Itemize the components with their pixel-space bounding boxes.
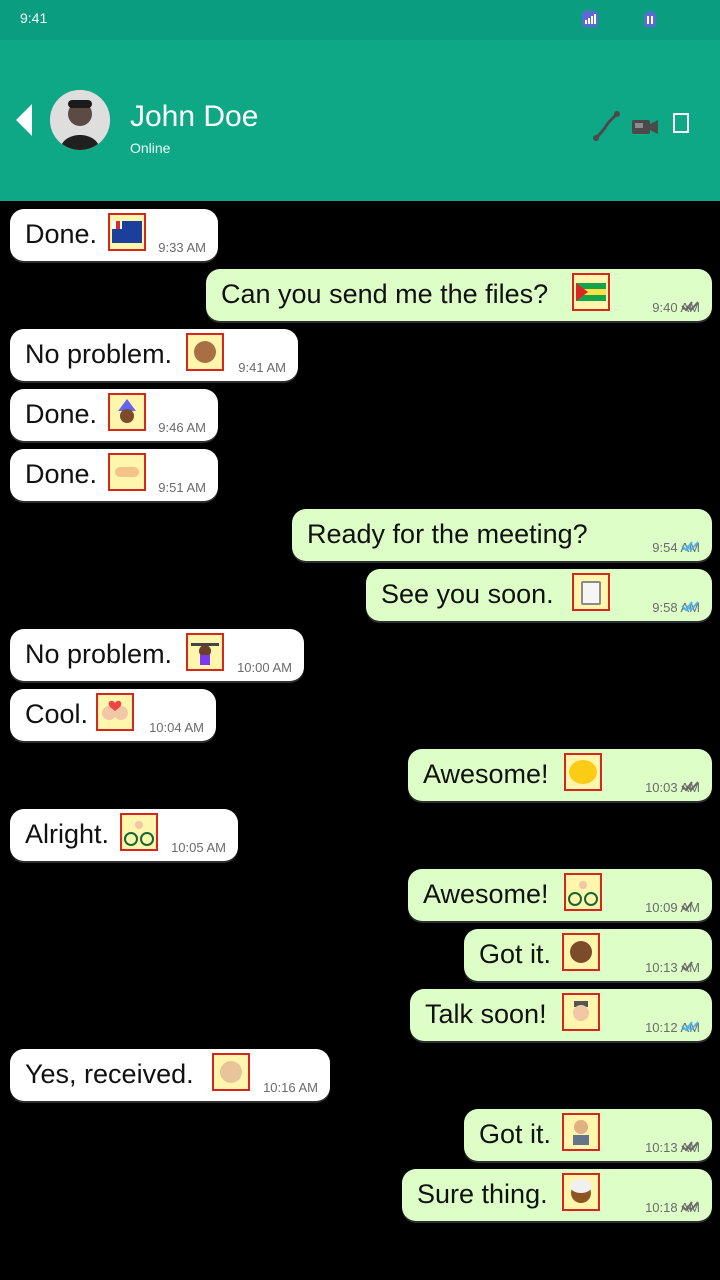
message-time: 10:00 AM	[237, 660, 292, 675]
contact-name[interactable]: John Doe	[130, 100, 258, 134]
avatar[interactable]	[50, 90, 110, 150]
message-bubble[interactable]: Done. 9:46 AM	[10, 389, 218, 441]
person-light-skin-icon	[212, 1053, 250, 1091]
message-text: Done.	[25, 399, 98, 429]
message-text: Can you send me the files?	[221, 279, 549, 309]
turban-man-icon	[562, 1173, 600, 1211]
message-bubble[interactable]: Ready for the meeting? 9:54 AM	[292, 509, 712, 561]
message-text: Ready for the meeting?	[307, 519, 588, 549]
message-bubble[interactable]: No problem. 10:00 AM	[10, 629, 304, 681]
chat-header: John Doe Online	[0, 40, 720, 201]
menu-icon[interactable]	[670, 110, 702, 142]
message-bubble[interactable]: Talk soon! 10:12 AM	[410, 989, 712, 1041]
message-bubble[interactable]: Yes, received. 10:16 AM	[10, 1049, 330, 1101]
back-arrow-icon[interactable]	[12, 102, 36, 138]
message-text: Alright.	[25, 819, 110, 849]
message-bubble[interactable]: Can you send me the files? 9:40 AM	[206, 269, 712, 321]
message-text: Cool.	[25, 699, 89, 729]
message-text: Yes, received.	[25, 1059, 194, 1089]
lemon-icon	[564, 753, 602, 791]
message-bubble[interactable]: Awesome! 10:03 AM	[408, 749, 712, 801]
message-time: 9:33 AM	[158, 240, 206, 255]
technologist-icon	[562, 1113, 600, 1151]
message-bubble[interactable]: Cool. 10:04 AM	[10, 689, 216, 741]
message-text: Done.	[25, 459, 98, 489]
read-receipt-icon	[681, 1141, 699, 1152]
message-text: Talk soon!	[425, 999, 547, 1029]
read-receipt-icon	[681, 781, 699, 792]
message-bubble[interactable]: Alright. 10:05 AM	[10, 809, 238, 861]
phone-icon[interactable]	[590, 110, 622, 142]
status-time: 9:41	[20, 10, 48, 26]
message-bubble[interactable]: Got it. 10:13 AM	[464, 929, 712, 981]
status-bar: 9:41	[0, 0, 720, 40]
message-time: 9:46 AM	[158, 420, 206, 435]
message-text: See you soon.	[381, 579, 554, 609]
couple-with-heart-icon	[96, 693, 134, 731]
message-text: Awesome!	[423, 879, 549, 909]
message-text: No problem.	[25, 339, 173, 369]
read-receipt-icon	[681, 541, 699, 552]
message-time: 10:04 AM	[149, 720, 204, 735]
flag-french-southern-territories-icon	[108, 213, 146, 251]
contact-status: Online	[130, 140, 171, 156]
person-medium-skin-icon	[186, 333, 224, 371]
chat-area: Done. 9:33 AM Can you send me the files? 9:…	[0, 201, 720, 1280]
read-receipt-icon	[681, 301, 699, 312]
clipboard-icon	[572, 573, 610, 611]
message-text: Got it.	[479, 939, 552, 969]
message-bubble[interactable]: Done. 9:51 AM	[10, 449, 218, 501]
message-text: Awesome!	[423, 759, 549, 789]
weightlifter-icon	[186, 633, 224, 671]
handshake-icon	[108, 453, 146, 491]
message-time: 9:51 AM	[158, 480, 206, 495]
read-receipt-icon	[681, 1021, 699, 1032]
message-text: Done.	[25, 219, 98, 249]
read-receipt-icon	[681, 601, 699, 612]
read-receipt-icon	[681, 1201, 699, 1212]
woman-dark-skin-icon	[562, 933, 600, 971]
message-bubble[interactable]: Got it. 10:13 AM	[464, 1109, 712, 1161]
detective-icon	[562, 993, 600, 1031]
message-time: 9:41 AM	[238, 360, 286, 375]
message-time: 10:05 AM	[171, 840, 226, 855]
surfer-icon	[564, 873, 602, 911]
message-bubble[interactable]: See you soon. 9:58 AM	[366, 569, 712, 621]
message-bubble[interactable]: Awesome! 10:09 AM	[408, 869, 712, 921]
message-time: 10:16 AM	[263, 1080, 318, 1095]
battery-icon	[644, 11, 656, 27]
video-camera-icon[interactable]	[628, 110, 660, 142]
message-text: Sure thing.	[417, 1179, 548, 1209]
message-bubble[interactable]: No problem. 9:41 AM	[10, 329, 298, 381]
biker-icon	[120, 813, 158, 851]
message-bubble[interactable]: Done. 9:33 AM	[10, 209, 218, 261]
message-text: No problem.	[25, 639, 173, 669]
read-receipt-icon	[681, 961, 693, 972]
flag-sao-tome-and-principe-icon	[572, 273, 610, 311]
read-receipt-icon	[681, 901, 693, 912]
signal-icon	[582, 11, 598, 27]
message-bubble[interactable]: Sure thing. 10:18 AM	[402, 1169, 712, 1221]
mage-icon	[108, 393, 146, 431]
message-text: Got it.	[479, 1119, 552, 1149]
